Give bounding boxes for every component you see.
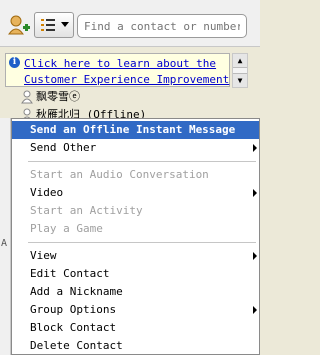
menu-separator [28,161,256,162]
menu-separator [28,242,256,243]
menu-item-start-audio: Start an Audio Conversation [30,168,209,181]
submenu-arrow-icon [253,306,257,314]
menu-item-view[interactable]: View [12,247,259,265]
menu-item-add-nickname[interactable]: Add a Nickname [12,283,259,301]
notice-link-line1[interactable]: Click here to learn about the [24,56,225,72]
menu-item-video[interactable]: Video [12,184,259,202]
toolbar [0,0,260,47]
contact-name: 飘零雪ⓔ [36,90,80,103]
menu-item-start-activity: Start an Activity [30,204,143,217]
add-contact-button[interactable] [6,12,32,38]
scroll-down-icon[interactable]: ▼ [233,73,247,87]
left-panel-label: A [1,238,8,249]
submenu-arrow-icon [253,189,257,197]
list-view-icon [41,19,55,31]
menu-item-block-contact[interactable]: Block Contact [12,319,259,337]
menu-item-group-options[interactable]: Group Options [12,301,259,319]
notice-scrollbar[interactable]: ▲ ▼ [232,53,248,88]
notice-link-line2[interactable]: Customer Experience Improvement [24,72,229,88]
submenu-arrow-icon [253,252,257,260]
menu-item-delete-contact[interactable]: Delete Contact [12,337,259,355]
info-icon: i [9,57,20,68]
menu-item-edit-contact[interactable]: Edit Contact [12,265,259,283]
search-input[interactable] [77,14,247,38]
menu-item-send-offline-im[interactable]: Send an Offline Instant Message [12,121,259,139]
context-menu: Send an Offline Instant Message Send Oth… [11,118,260,355]
contact-view-dropdown[interactable] [34,12,74,38]
submenu-arrow-icon [253,144,257,152]
chevron-down-icon [61,22,69,27]
buddy-icon [21,90,33,104]
info-notice[interactable]: i Click here to learn about the Customer… [5,53,230,87]
menu-item-send-other[interactable]: Send Other [12,139,259,157]
contact-item[interactable]: 飘零雪ⓔ [18,88,246,106]
add-contact-icon [8,15,30,35]
menu-item-play-game: Play a Game [30,222,103,235]
left-panel-edge: A [0,118,11,355]
scroll-up-icon[interactable]: ▲ [233,54,247,68]
